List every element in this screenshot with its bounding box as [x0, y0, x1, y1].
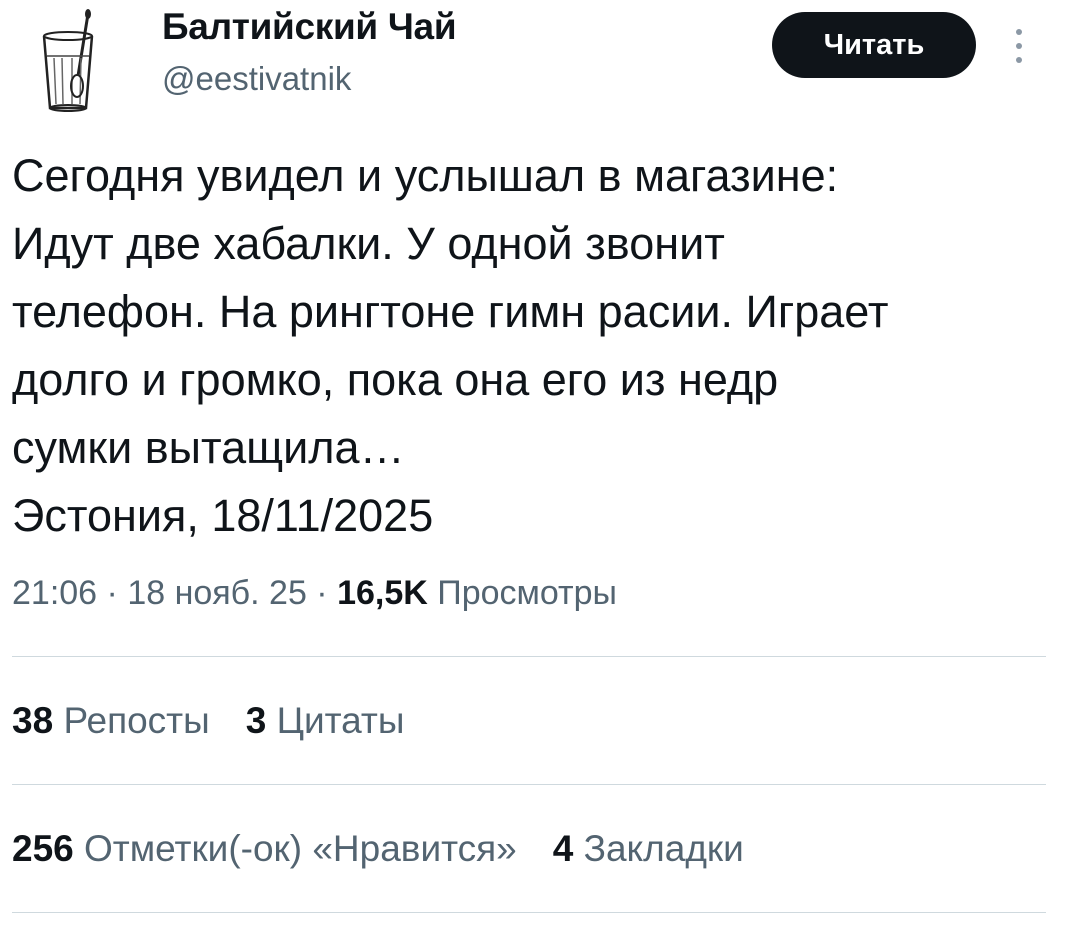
divider	[12, 784, 1046, 785]
quotes-label: Цитаты	[276, 700, 405, 741]
meta-separator: ·	[97, 574, 128, 612]
bookmarks-stat[interactable]: 4 Закладки	[553, 828, 744, 870]
author-name[interactable]: Балтийский Чай	[162, 6, 457, 48]
likes-count: 256	[12, 828, 74, 869]
avatar[interactable]	[26, 6, 136, 116]
tweet-time[interactable]: 21:06	[12, 574, 97, 612]
tweet-date[interactable]: 18 нояб. 25	[127, 574, 307, 612]
stats-row-likes: 256 Отметки(-ок) «Нравится» 4 Закладки	[12, 828, 744, 870]
reposts-count: 38	[12, 700, 54, 741]
bookmarks-label: Закладки	[583, 828, 744, 869]
divider	[12, 912, 1046, 913]
author-handle[interactable]: @eestivatnik	[162, 60, 351, 98]
follow-button[interactable]: Читать	[772, 12, 976, 78]
tea-glass-icon	[42, 9, 94, 112]
bookmarks-count: 4	[552, 828, 574, 869]
divider	[12, 656, 1046, 657]
likes-label: Отметки(-ок) «Нравится»	[84, 828, 517, 869]
likes-stat[interactable]: 256 Отметки(-ок) «Нравится»	[12, 828, 517, 870]
quotes-count: 3	[245, 700, 267, 741]
reposts-label: Репосты	[63, 700, 210, 741]
more-vertical-icon[interactable]	[1006, 24, 1032, 68]
views-count: 16,5K	[337, 574, 428, 612]
quotes-stat[interactable]: 3 Цитаты	[246, 700, 405, 742]
tweet-text: Сегодня увидел и услышал в магазине: Иду…	[12, 150, 889, 541]
meta-separator: ·	[306, 574, 338, 612]
tweet-meta: 21:06 · 18 нояб. 25 · 16,5K Просмотры	[12, 574, 617, 613]
stats-row-reposts: 38 Репосты 3 Цитаты	[12, 700, 404, 742]
reposts-stat[interactable]: 38 Репосты	[12, 700, 210, 742]
views-label: Просмотры	[437, 574, 617, 612]
